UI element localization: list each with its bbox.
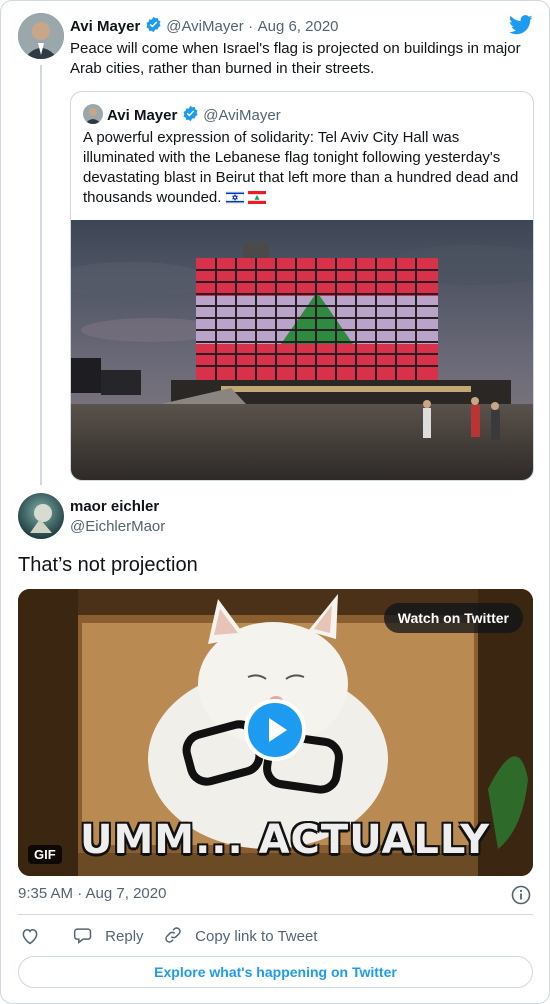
reply-label: Reply — [105, 928, 144, 945]
quoted-author-name: Avi Mayer — [107, 107, 178, 124]
quoted-tweet[interactable]: Avi Mayer @AviMayer A powerful expressio… — [70, 91, 534, 481]
explore-twitter-button[interactable]: Explore what's happening on Twitter — [18, 956, 533, 988]
quoted-tweet-image[interactable] — [71, 220, 533, 480]
like-button[interactable] — [20, 926, 40, 951]
link-icon — [163, 925, 183, 949]
copy-link-button[interactable]: Copy link to Tweet — [163, 925, 317, 949]
info-icon[interactable] — [511, 885, 531, 910]
divider — [18, 914, 533, 915]
copy-link-label: Copy link to Tweet — [195, 928, 318, 945]
reply-timestamp[interactable]: 9:35 AM · Aug 7, 2020 — [18, 885, 166, 902]
twitter-bird-icon[interactable] — [509, 15, 533, 40]
quoted-tweet-text: A powerful expression of solidarity: Tel… — [83, 128, 523, 210]
reply-author-avatar[interactable] — [18, 493, 64, 539]
author-handle[interactable]: @AviMayer — [166, 18, 243, 35]
watch-on-twitter-button[interactable]: Watch on Twitter — [383, 603, 523, 633]
verified-badge-icon — [145, 16, 162, 38]
reply-icon — [73, 925, 93, 949]
tweet-text: Peace will come when Israel's flag is pr… — [70, 40, 521, 77]
dot-separator: · — [248, 18, 254, 35]
heart-icon — [20, 928, 40, 950]
quoted-author-handle: @AviMayer — [203, 107, 281, 124]
quoted-text-body: A powerful expression of solidarity: Tel… — [83, 129, 519, 206]
reply-tweet-text: That’s not projection — [18, 554, 198, 576]
play-icon[interactable] — [244, 699, 306, 761]
tweet-date[interactable]: Aug 6, 2020 — [258, 18, 339, 35]
quoted-author-avatar — [83, 104, 103, 124]
reply-author-name[interactable]: maor eichler — [70, 498, 159, 515]
thread-line — [40, 65, 42, 485]
reply-gif-media[interactable]: UMM... ACTUALLY Watch on Twitter GIF — [18, 589, 533, 876]
gif-caption: UMM... ACTUALLY — [80, 817, 491, 863]
israel-flag-icon — [225, 190, 245, 210]
reply-author-handle[interactable]: @EichlerMaor — [70, 518, 165, 535]
gif-badge: GIF — [28, 845, 62, 864]
author-avatar[interactable] — [18, 13, 64, 59]
lebanon-flag-icon — [247, 190, 266, 210]
author-name[interactable]: Avi Mayer — [70, 18, 140, 35]
verified-badge-icon — [182, 105, 199, 127]
tweet-embed-card: Avi Mayer @AviMayer · Aug 6, 2020 Peace … — [0, 0, 550, 1004]
reply-button[interactable]: Reply — [73, 925, 144, 949]
